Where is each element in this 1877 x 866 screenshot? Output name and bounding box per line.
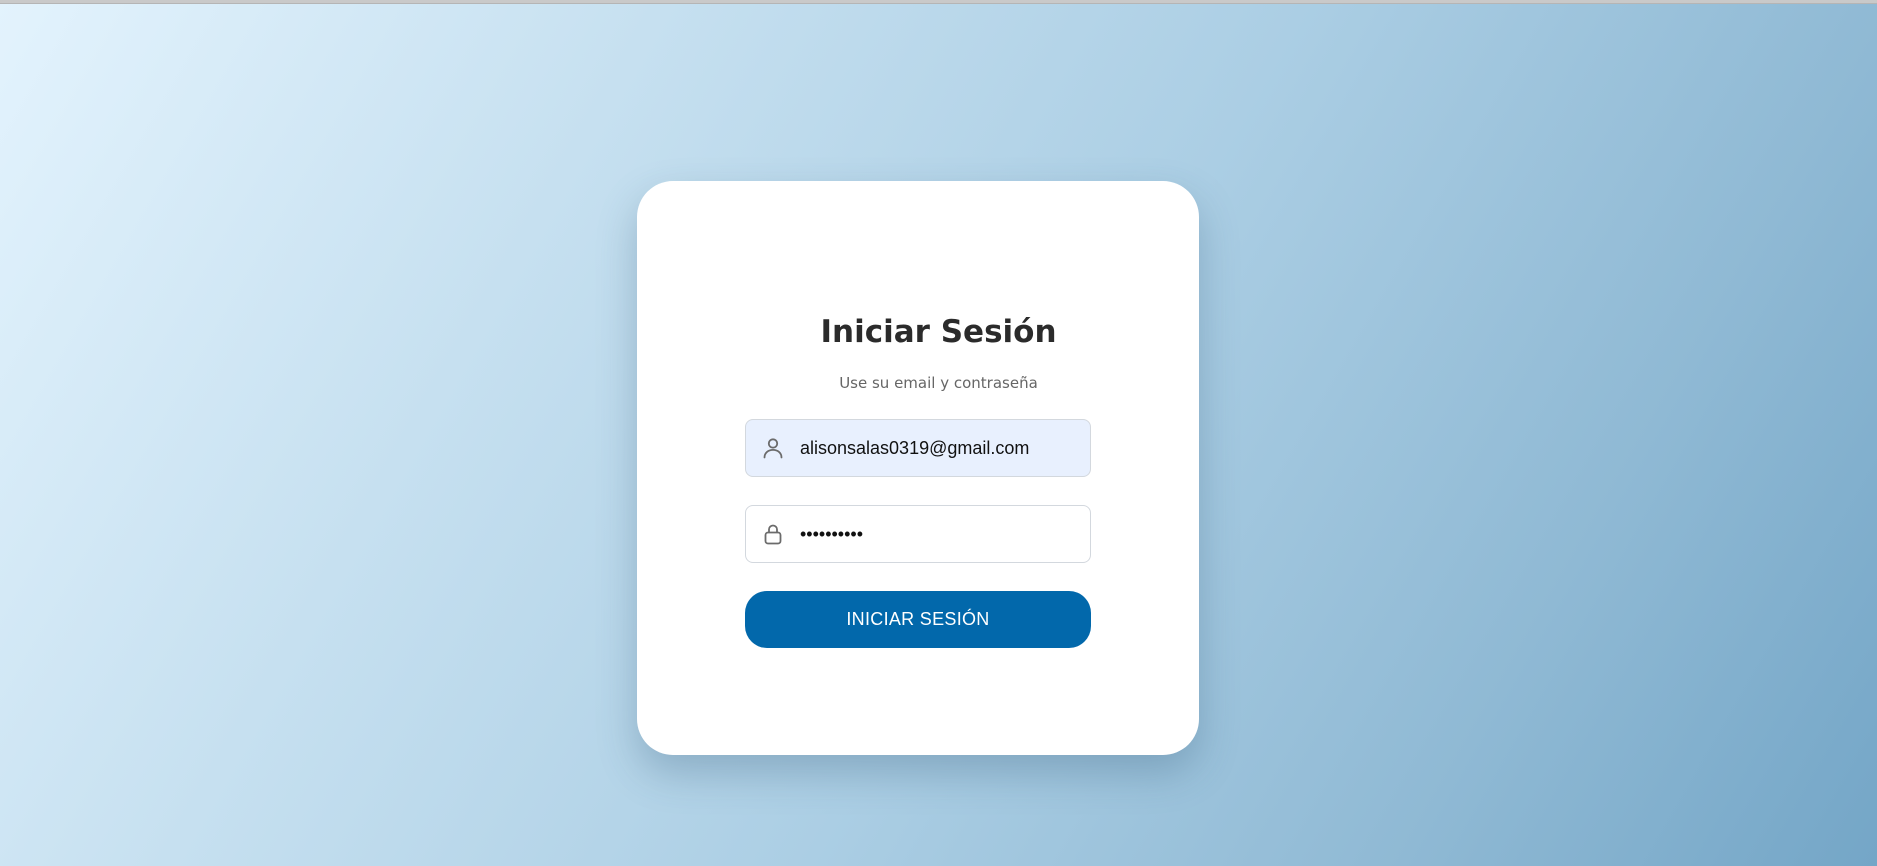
password-input[interactable] (800, 523, 1070, 545)
email-field[interactable] (745, 419, 1091, 477)
window-top-border (0, 0, 1877, 4)
login-button[interactable]: INICIAR SESIÓN (745, 591, 1091, 648)
login-subtitle: Use su email y contraseña (839, 374, 1038, 392)
lock-icon (760, 521, 786, 547)
email-input[interactable] (800, 437, 1070, 459)
user-icon (760, 435, 786, 461)
page-title: Iniciar Sesión (820, 314, 1057, 350)
password-field[interactable] (745, 505, 1091, 563)
